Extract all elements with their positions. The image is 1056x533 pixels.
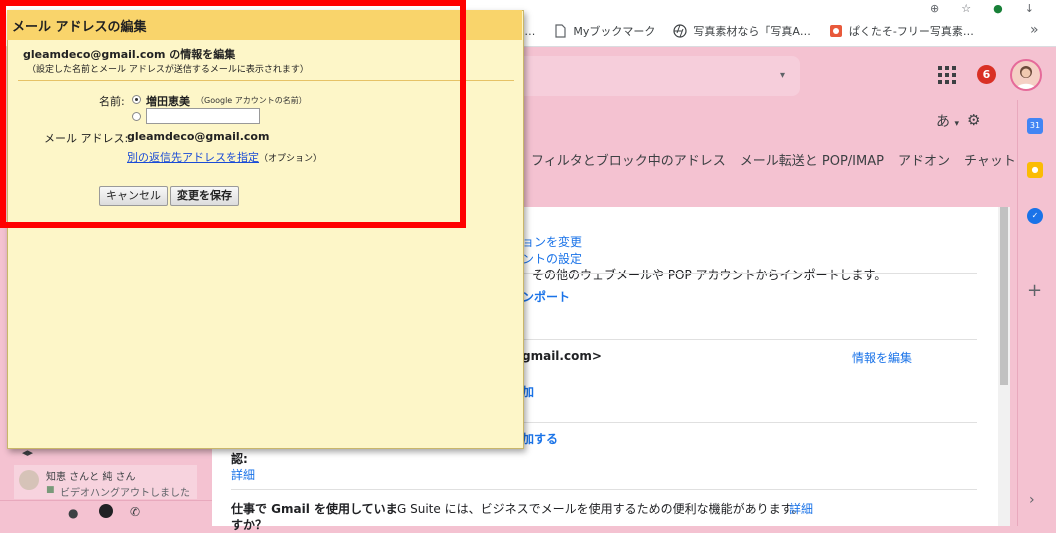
bookmark-label: 写真素材なら「写真A… bbox=[693, 25, 811, 38]
hangouts-icon[interactable] bbox=[99, 504, 113, 518]
add-addon-icon[interactable]: + bbox=[1027, 280, 1042, 301]
import-description: その他のウェブメールや POP アカウントからインポートします。 bbox=[532, 268, 887, 282]
bookmark-item[interactable]: ぱくたそ-フリー写真素… bbox=[829, 23, 974, 39]
scrollbar-thumb[interactable] bbox=[1000, 207, 1008, 385]
send-as-address: gmail.com> bbox=[522, 349, 602, 363]
group-avatar bbox=[19, 470, 39, 490]
extension-icon[interactable]: ● bbox=[993, 2, 1003, 15]
divider bbox=[522, 273, 977, 274]
tasks-icon[interactable]: ✓ bbox=[1027, 208, 1043, 224]
browser-extension-icons: ⊕ ☆ ● ↓ bbox=[930, 2, 1034, 15]
divider bbox=[231, 489, 977, 490]
change-language-link[interactable]: ョンを変更 bbox=[522, 233, 582, 250]
account-settings-link[interactable]: ントの設定 bbox=[522, 250, 582, 267]
work-gmail-label: 仕事で Gmail を使用していま bbox=[231, 502, 398, 516]
search-bar[interactable] bbox=[520, 56, 800, 96]
account-avatar[interactable] bbox=[1010, 59, 1042, 91]
search-options-icon[interactable]: ▾ bbox=[780, 70, 785, 81]
bookmark-item[interactable]: 写真素材なら「写真A… bbox=[673, 23, 811, 39]
page-icon bbox=[553, 24, 567, 38]
ime-label: あ bbox=[936, 114, 950, 130]
auth-label: 認: bbox=[231, 452, 248, 466]
settings-tabs: フィルタとブロック中のアドレス メール転送と POP/IMAP アドオン チャッ… bbox=[531, 150, 1016, 169]
bookmark-label: ぱくたそ-フリー写真素… bbox=[848, 25, 974, 38]
gear-icon[interactable]: ⚙ bbox=[967, 111, 980, 129]
pakutaso-icon bbox=[829, 24, 843, 38]
ime-caret-icon: ▾ bbox=[954, 119, 959, 129]
calendar-icon[interactable]: 31 bbox=[1027, 118, 1043, 134]
bookmark-item[interactable]: Myブックマーク bbox=[553, 23, 655, 39]
chevron-right-icon[interactable]: › bbox=[1029, 492, 1035, 508]
gsuite-text: G Suite には、ビジネスでメールを使用するための便利な機能があります。 bbox=[397, 502, 804, 516]
gsuite-details-link[interactable]: 詳細 bbox=[789, 500, 813, 517]
tab-addons[interactable]: アドオン bbox=[898, 150, 950, 169]
star-icon[interactable]: ☆ bbox=[961, 2, 971, 15]
tab-forwarding[interactable]: メール転送と POP/IMAP bbox=[740, 150, 884, 169]
more-bookmarks-button[interactable]: » bbox=[1030, 22, 1039, 38]
tab-chat[interactable]: チャット bbox=[964, 150, 1016, 169]
notification-badge[interactable]: 6 bbox=[977, 65, 996, 84]
chat-participants: 知恵 さんと 純 さん bbox=[46, 472, 136, 483]
keep-icon[interactable]: ● bbox=[1027, 162, 1043, 178]
bookmark-label: Myブックマーク bbox=[573, 25, 656, 38]
video-call-icon: ■ bbox=[46, 485, 55, 495]
bookmarks-bar: リザーブス… Myブックマーク 写真素材なら「写真A… ぱくたそ-フリー写真素… bbox=[470, 20, 992, 42]
highlight-annotation bbox=[0, 0, 466, 228]
add-account-link[interactable]: 加する bbox=[522, 430, 558, 447]
import-link[interactable]: ンポート bbox=[522, 288, 570, 305]
details-link[interactable]: 詳細 bbox=[231, 466, 255, 483]
tab-filters[interactable]: フィルタとブロック中のアドレス bbox=[531, 150, 726, 169]
input-tools-button[interactable]: あ ▾ bbox=[936, 111, 959, 131]
work-gmail-label-2: すか？ bbox=[231, 518, 268, 532]
download-icon[interactable]: ↓ bbox=[1025, 2, 1034, 15]
edit-info-link[interactable]: 情報を編集 bbox=[852, 349, 912, 366]
chat-status: ビデオハングアウトしました bbox=[60, 488, 190, 499]
person-icon[interactable]: ● bbox=[68, 506, 78, 520]
divider bbox=[522, 422, 977, 423]
aperture-icon bbox=[673, 24, 687, 38]
zoom-icon[interactable]: ⊕ bbox=[930, 2, 939, 15]
phone-icon[interactable]: ✆ bbox=[130, 505, 140, 519]
divider bbox=[522, 339, 977, 340]
apps-grid-icon[interactable] bbox=[938, 66, 956, 84]
